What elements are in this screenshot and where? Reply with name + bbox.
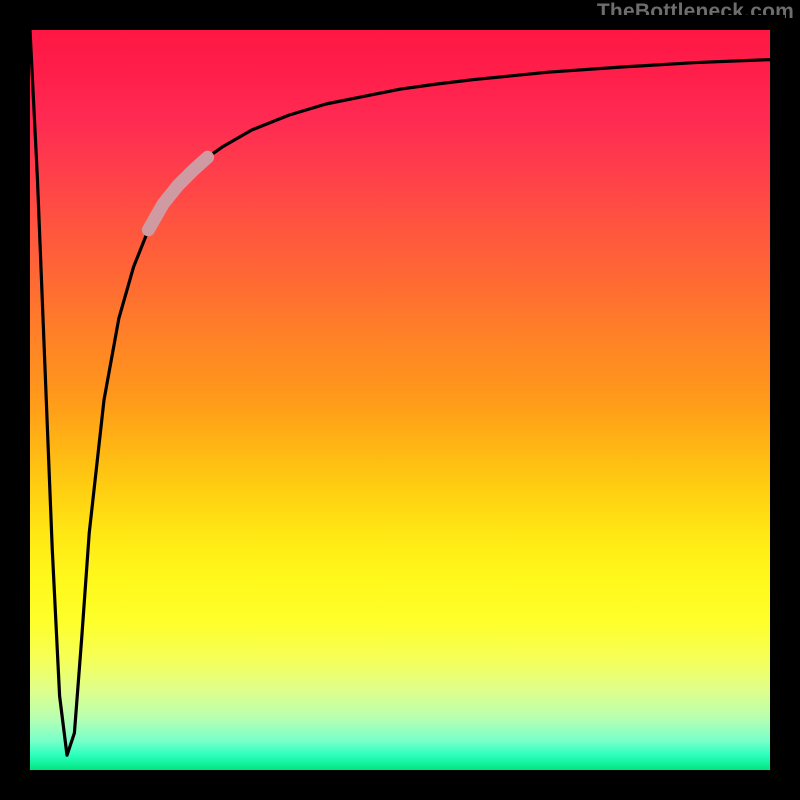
bottleneck-curve-svg <box>30 30 770 770</box>
chart-container: TheBottleneck.com <box>0 0 800 800</box>
bottleneck-curve <box>30 30 770 755</box>
highlight-band <box>148 157 207 230</box>
plot-frame <box>15 15 785 785</box>
